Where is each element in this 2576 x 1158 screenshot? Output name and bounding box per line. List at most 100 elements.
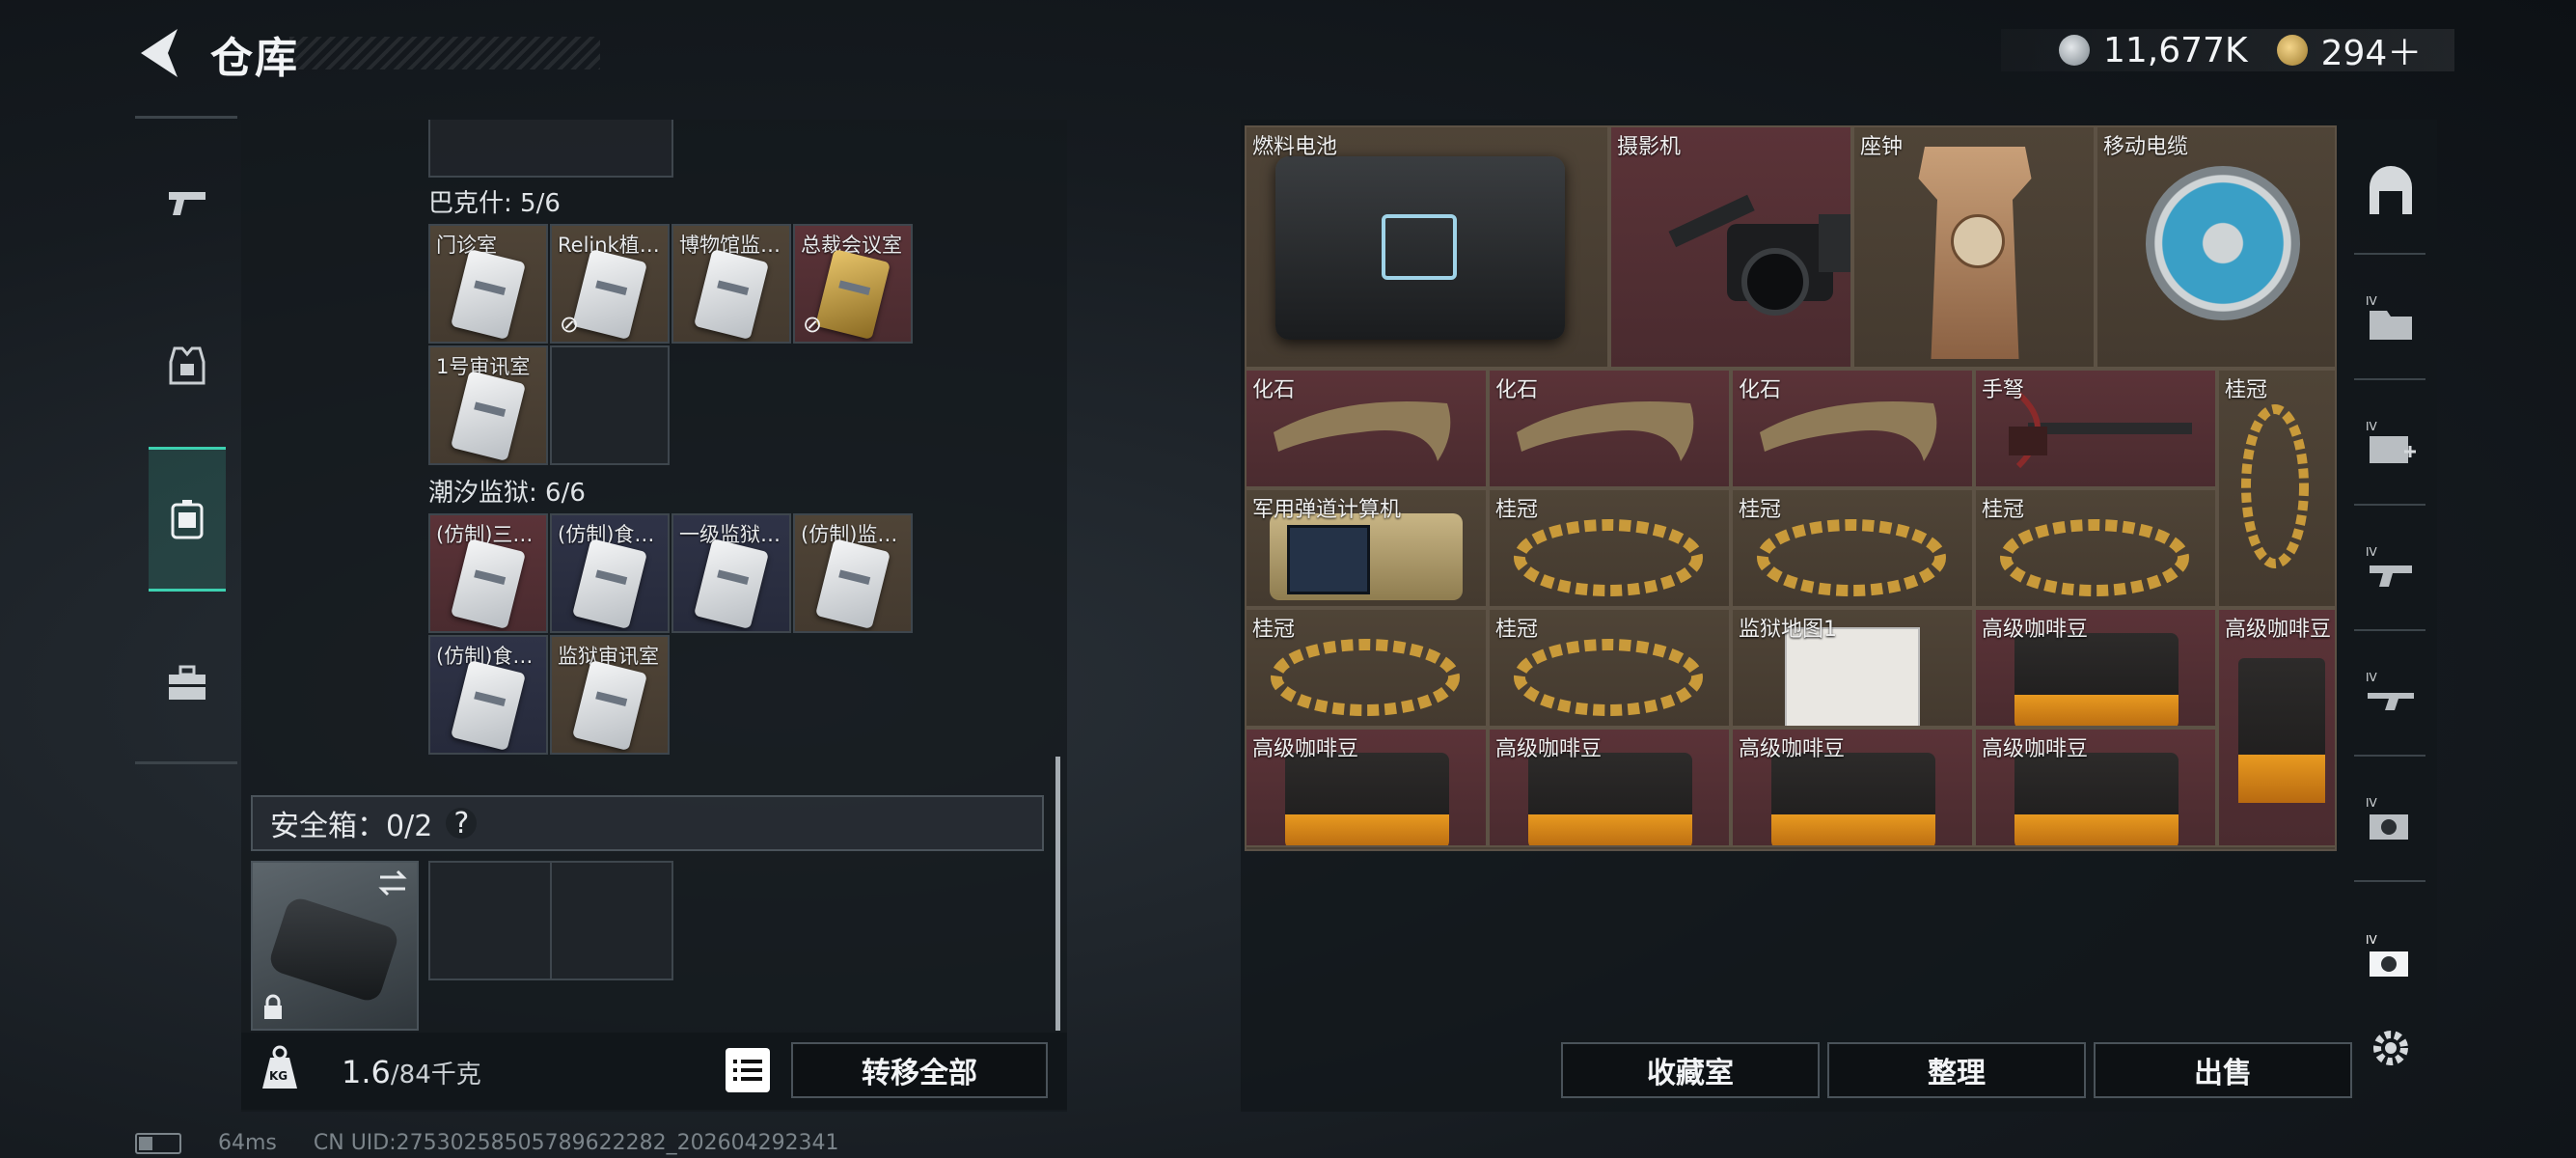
keycard-slot[interactable]: (仿制)三…: [428, 513, 548, 633]
keycard-slot[interactable]: (仿制)食…: [428, 635, 548, 755]
category-tab-rail: [135, 116, 237, 764]
back-button[interactable]: [135, 23, 185, 83]
coffee-beans-image: [2014, 753, 2179, 845]
tab-armor[interactable]: [149, 312, 226, 418]
svg-text:IV: IV: [2366, 420, 2378, 433]
stash-item[interactable]: 高级咖啡豆: [1974, 608, 2217, 728]
keycard-slot[interactable]: 1号审讯室: [428, 345, 548, 465]
keycard-image: [693, 538, 770, 630]
item-label: 桂冠: [1495, 618, 1539, 642]
back-arrow-icon: [141, 29, 178, 77]
keycard-image: [571, 538, 648, 630]
stash-item[interactable]: 化石: [1245, 369, 1488, 488]
stash-home-icon[interactable]: [2362, 164, 2420, 222]
keycard-slot[interactable]: 博物馆监…: [671, 224, 791, 344]
no-card-icon: ⊘: [560, 311, 580, 338]
list-view-button[interactable]: [726, 1048, 770, 1092]
battery-icon: [135, 1132, 181, 1154]
iv-rifle-icon[interactable]: IV: [2362, 666, 2420, 724]
help-icon[interactable]: ?: [446, 807, 478, 841]
ping-value: 64ms: [218, 1131, 277, 1155]
item-label: 军用弹道计算机: [1252, 498, 1402, 522]
mantel-clock-image: [1918, 147, 2032, 359]
iv-folder-icon[interactable]: IV: [2362, 290, 2420, 347]
stash-item[interactable]: 化石: [1488, 369, 1731, 488]
stash-item[interactable]: 燃料电池: [1245, 125, 1609, 369]
stash-item[interactable]: 高级咖啡豆: [1245, 728, 1488, 847]
stash-item[interactable]: 桂冠: [1974, 488, 2217, 608]
keycard-image: [450, 538, 527, 630]
stash-item[interactable]: 军用弹道计算机: [1245, 488, 1488, 608]
svg-text:IV: IV: [2366, 294, 2378, 308]
tab-weapons[interactable]: [149, 148, 226, 254]
keycard-slot[interactable]: (仿制)监…: [793, 513, 913, 633]
stash-item[interactable]: 高级咖啡豆: [1731, 728, 1974, 847]
iv-medkit-icon[interactable]: IV: [2362, 415, 2420, 473]
silver-currency-value: 11,677K: [2103, 30, 2248, 70]
svg-text:IV: IV: [2366, 796, 2378, 810]
keycard-image: [814, 538, 891, 630]
safe-box-label: 安全箱：0/2: [270, 810, 433, 843]
svg-text:IV: IV: [2366, 671, 2378, 684]
fossil-claw-image: [1517, 401, 1694, 461]
sell-button[interactable]: 出售: [2094, 1042, 2352, 1098]
keycard-group-title: 巴克什: 5/6: [428, 189, 561, 218]
stash-item[interactable]: 桂冠: [2217, 369, 2337, 608]
keycard-slot[interactable]: Relink植… ⊘: [550, 224, 670, 344]
transfer-all-button[interactable]: 转移全部: [791, 1042, 1048, 1098]
keycard-slot[interactable]: 一级监狱…: [671, 513, 791, 633]
keycard-slot[interactable]: (仿制)食…: [550, 513, 670, 633]
laurel-wreath-image: [2000, 519, 2189, 596]
silver-coin-icon: [2059, 35, 2090, 66]
stash-item[interactable]: 高级咖啡豆: [2217, 608, 2337, 847]
item-label: 桂冠: [1252, 618, 1296, 642]
laurel-wreath-image: [2241, 404, 2309, 568]
stash-item[interactable]: 桂冠: [1245, 608, 1488, 728]
crossbow-image: [2009, 391, 2192, 469]
keycard-slot-empty[interactable]: [550, 345, 670, 465]
sort-button[interactable]: 整理: [1827, 1042, 2086, 1098]
backpack-icon: [171, 500, 204, 539]
stash-item[interactable]: 桂冠: [1731, 488, 1974, 608]
coffee-beans-image: [1771, 753, 1935, 845]
iv-camera-selected-icon[interactable]: IV: [2362, 928, 2420, 986]
stash-item[interactable]: 摄影机: [1609, 125, 1852, 369]
stash-item[interactable]: 化石: [1731, 369, 1974, 488]
no-card-icon: ⊘: [803, 311, 823, 338]
user-uid: CN UID:27530258505789622282_202604292341: [313, 1131, 839, 1155]
safe-box-slot[interactable]: [251, 861, 419, 1031]
stash-item[interactable]: 高级咖啡豆: [1488, 728, 1731, 847]
stash-item[interactable]: 桂冠: [1488, 608, 1731, 728]
gold-coin-icon: [2276, 35, 2308, 66]
iv-camera-icon[interactable]: IV: [2362, 791, 2420, 849]
currency-bar: 11,677K 294＋: [2001, 29, 2454, 73]
scrollbar[interactable]: [1055, 757, 1060, 1031]
tab-toolbox[interactable]: [149, 630, 226, 736]
stash-item[interactable]: 手弩: [1974, 369, 2217, 488]
keycard-slot[interactable]: 门诊室: [428, 224, 548, 344]
stash-item[interactable]: 监狱地图1: [1731, 608, 1974, 728]
coffee-beans-image: [2014, 633, 2179, 726]
keycard-slot[interactable]: 监狱审讯室: [550, 635, 670, 755]
stash-item[interactable]: 座钟: [1852, 125, 2096, 369]
stash-item[interactable]: 高级咖啡豆: [1974, 728, 2217, 847]
keycard-image: [450, 248, 527, 341]
stash-item[interactable]: 桂冠: [1488, 488, 1731, 608]
tab-backpack[interactable]: [149, 447, 226, 592]
keycard-slot[interactable]: 总裁会议室 ⊘: [793, 224, 913, 344]
keycard-image: [814, 248, 891, 341]
item-label: 座钟: [1860, 135, 1904, 159]
safe-box-slot-empty[interactable]: [428, 861, 673, 980]
settings-gear-icon[interactable]: [2362, 1019, 2420, 1077]
stash-item[interactable]: 移动电缆: [2096, 125, 2337, 369]
item-label: 桂冠: [1739, 498, 1782, 522]
gold-currency-value[interactable]: 294＋: [2321, 25, 2423, 75]
collection-room-button[interactable]: 收藏室: [1561, 1042, 1820, 1098]
keycard-slot-empty[interactable]: [428, 120, 673, 178]
iv-gun-icon[interactable]: IV: [2362, 540, 2420, 598]
item-label: 化石: [1495, 378, 1539, 402]
title-decoration: [289, 37, 600, 69]
safe-box-header: 安全箱：0/2 ?: [251, 795, 1044, 851]
fuel-cell-image: [1275, 156, 1565, 340]
item-label: 高级咖啡豆: [1252, 737, 1359, 761]
